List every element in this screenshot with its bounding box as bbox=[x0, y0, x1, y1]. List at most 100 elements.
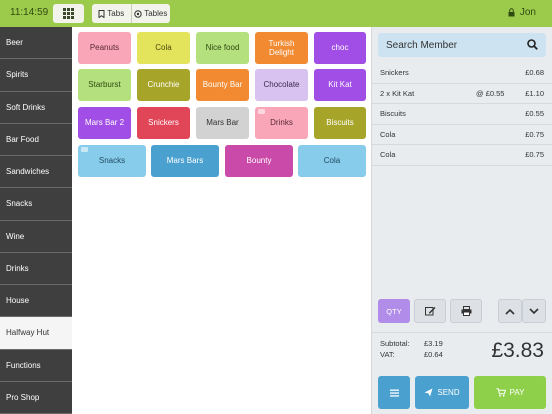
chevron-up-icon bbox=[505, 308, 515, 315]
order-line[interactable]: Snickers £0.68 bbox=[372, 63, 552, 84]
product-button[interactable]: Bounty Bar bbox=[196, 69, 249, 101]
top-bar: 11:14:59 Tabs Tables Jon bbox=[0, 0, 552, 27]
product-button[interactable]: Biscuits bbox=[314, 107, 366, 139]
view-switcher: Tabs Tables bbox=[92, 4, 170, 23]
target-icon bbox=[134, 9, 142, 18]
product-button[interactable]: Mars Bar 2 bbox=[78, 107, 131, 139]
product-button[interactable]: Mars Bars bbox=[151, 145, 219, 177]
send-icon bbox=[424, 388, 433, 397]
product-label: Snickers bbox=[148, 118, 179, 128]
product-label: Starburst bbox=[88, 80, 121, 90]
product-button[interactable]: Kit Kat bbox=[314, 69, 366, 101]
sidebar-item-soft-drinks[interactable]: Soft Drinks bbox=[0, 91, 72, 124]
sidebar-item-label: Sandwiches bbox=[6, 167, 50, 177]
scroll-up-button[interactable] bbox=[498, 299, 522, 323]
folder-icon bbox=[258, 109, 265, 114]
order-total: £3.83 bbox=[491, 339, 544, 362]
product-label: Peanuts bbox=[89, 43, 120, 53]
product-button[interactable]: Nice food bbox=[196, 32, 249, 64]
qty-label: QTY bbox=[386, 306, 402, 316]
product-label: Mars Bars bbox=[166, 156, 204, 166]
sidebar-item-label: House bbox=[6, 296, 30, 306]
sidebar-item-label: Functions bbox=[6, 360, 41, 370]
product-button[interactable]: Starburst bbox=[78, 69, 131, 101]
menu-button[interactable] bbox=[378, 376, 410, 409]
sidebar-item-label: Beer bbox=[6, 38, 23, 48]
search-placeholder: Search Member bbox=[386, 39, 458, 51]
send-label: SEND bbox=[437, 388, 460, 397]
edit-button[interactable] bbox=[414, 299, 446, 323]
order-line[interactable]: Cola £0.75 bbox=[372, 145, 552, 166]
sidebar-item-drinks[interactable]: Drinks bbox=[0, 252, 72, 285]
line-desc: Biscuits bbox=[380, 109, 406, 119]
user-name: Jon bbox=[519, 7, 536, 18]
hamburger-icon bbox=[389, 389, 399, 397]
product-label: Chocolate bbox=[263, 80, 300, 90]
order-line[interactable]: Cola £0.75 bbox=[372, 125, 552, 145]
sidebar-item-snacks[interactable]: Snacks bbox=[0, 188, 72, 221]
order-panel: Search Member Snickers £0.68 2 x Kit Kat @… bbox=[372, 27, 552, 414]
sidebar-item-label: Bar Food bbox=[6, 134, 39, 144]
sidebar-item-wine[interactable]: Wine bbox=[0, 220, 72, 253]
sidebar-item-beer[interactable]: Beer bbox=[0, 27, 72, 60]
bookmark-icon bbox=[98, 9, 105, 18]
scroll-down-button[interactable] bbox=[522, 299, 546, 323]
tabs-label: Tabs bbox=[107, 9, 125, 18]
sidebar-item-halfway-hut[interactable]: Halfway Hut bbox=[0, 317, 72, 350]
sidebar-item-sandwiches[interactable]: Sandwiches bbox=[0, 156, 72, 189]
send-button[interactable]: SEND bbox=[415, 376, 469, 409]
sidebar-item-house[interactable]: House bbox=[0, 285, 72, 318]
product-label: Crunchie bbox=[147, 80, 180, 90]
printer-icon bbox=[461, 306, 471, 316]
sidebar-item-label: Spirits bbox=[6, 70, 29, 80]
member-search-input[interactable]: Search Member bbox=[378, 33, 546, 57]
order-line[interactable]: 2 x Kit Kat @ £0.55 £1.10 bbox=[372, 84, 552, 104]
sidebar-item-label: Halfway Hut bbox=[6, 328, 50, 338]
product-button[interactable]: Peanuts bbox=[78, 32, 131, 64]
clock: 11:14:59 bbox=[10, 7, 49, 18]
order-totals: Subtotal: £3.19 VAT: £0.64 £3.83 bbox=[372, 332, 552, 370]
category-sidebar: Beer Spirits Soft Drinks Bar Food Sandwi… bbox=[0, 27, 72, 414]
sidebar-item-spirits[interactable]: Spirits bbox=[0, 59, 72, 92]
pay-button[interactable]: PAY bbox=[474, 376, 546, 409]
product-label: Biscuits bbox=[326, 118, 354, 128]
qty-button[interactable]: QTY bbox=[378, 299, 410, 323]
sidebar-item-pro-shop[interactable]: Pro Shop bbox=[0, 381, 72, 414]
folder-button[interactable]: Drinks bbox=[255, 107, 308, 139]
line-amount: £1.10 bbox=[525, 88, 544, 98]
product-button[interactable]: choc bbox=[314, 32, 366, 64]
sidebar-item-functions[interactable]: Functions bbox=[0, 349, 72, 382]
product-button[interactable]: Mars Bar bbox=[196, 107, 249, 139]
product-label: Cola bbox=[323, 156, 341, 166]
folder-button[interactable]: Snacks bbox=[78, 145, 146, 177]
sidebar-item-label: Drinks bbox=[6, 263, 29, 273]
product-label: Kit Kat bbox=[328, 80, 352, 90]
product-label: Drinks bbox=[270, 118, 293, 128]
product-button[interactable]: Chocolate bbox=[255, 69, 308, 101]
tabs-button[interactable]: Tabs bbox=[92, 4, 131, 23]
sidebar-item-label: Wine bbox=[6, 231, 25, 241]
order-line[interactable]: Biscuits £0.55 bbox=[372, 104, 552, 125]
product-button[interactable]: Cola bbox=[298, 145, 366, 177]
product-label: Mars Bar 2 bbox=[84, 118, 125, 128]
user-menu[interactable]: Jon bbox=[508, 7, 536, 18]
product-button[interactable]: Bounty bbox=[225, 145, 293, 177]
print-button[interactable] bbox=[450, 299, 482, 323]
vat-value: £0.64 bbox=[424, 350, 443, 359]
product-button[interactable]: Turkish Delight bbox=[255, 32, 308, 64]
product-label: Snacks bbox=[98, 156, 126, 166]
grid-view-button[interactable] bbox=[53, 4, 84, 23]
product-button[interactable]: Cola bbox=[137, 32, 190, 64]
search-icon bbox=[527, 39, 538, 50]
vat-label: VAT: bbox=[380, 350, 395, 359]
product-label: Cola bbox=[155, 43, 172, 53]
grid-icon bbox=[63, 8, 74, 19]
product-label: Bounty bbox=[246, 156, 272, 166]
product-button[interactable]: Crunchie bbox=[137, 69, 190, 101]
edit-icon bbox=[424, 307, 435, 316]
product-label: choc bbox=[331, 43, 349, 53]
sidebar-item-label: Soft Drinks bbox=[6, 102, 46, 112]
product-button[interactable]: Snickers bbox=[137, 107, 190, 139]
tables-button[interactable]: Tables bbox=[130, 4, 171, 23]
sidebar-item-bar-food[interactable]: Bar Food bbox=[0, 123, 72, 156]
